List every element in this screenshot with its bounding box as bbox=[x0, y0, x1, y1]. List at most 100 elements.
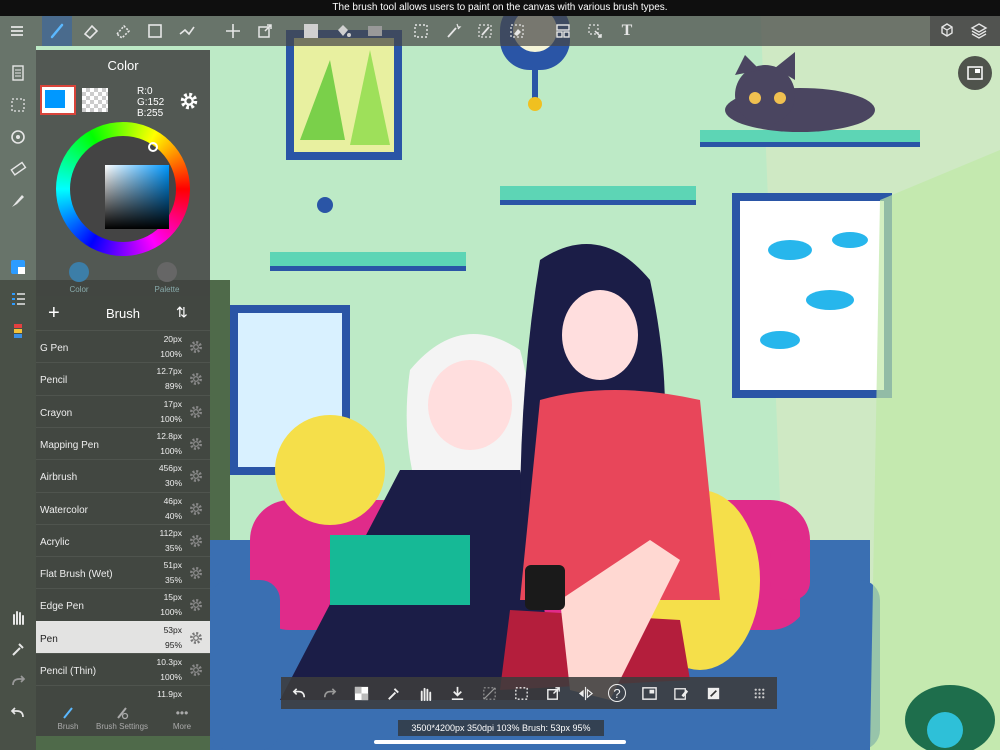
gear-icon[interactable] bbox=[188, 501, 204, 517]
rotate-icon[interactable] bbox=[3, 122, 33, 152]
text-icon[interactable]: T bbox=[612, 16, 642, 46]
color-wheel[interactable] bbox=[56, 122, 190, 256]
fill-icon[interactable] bbox=[699, 679, 727, 707]
gear-icon[interactable] bbox=[178, 90, 200, 112]
blur-eraser-icon[interactable] bbox=[108, 16, 138, 46]
select-all-icon[interactable] bbox=[507, 679, 535, 707]
brush-item[interactable]: G Pen 20px 100% bbox=[36, 330, 210, 362]
bucket-icon[interactable] bbox=[328, 16, 358, 46]
color-panel-icon[interactable] bbox=[3, 252, 33, 282]
hand-select-icon[interactable] bbox=[580, 16, 610, 46]
save-icon[interactable] bbox=[443, 679, 471, 707]
brush-item[interactable]: Edge Pen 15px 100% bbox=[36, 588, 210, 620]
eyedropper-icon[interactable] bbox=[379, 679, 407, 707]
brush-item[interactable]: Airbrush 456px 30% bbox=[36, 459, 210, 491]
move-icon[interactable] bbox=[218, 16, 248, 46]
saturation-value-square[interactable] bbox=[105, 165, 169, 229]
brush-item[interactable]: Flat Brush (Wet) 51px 35% bbox=[36, 556, 210, 588]
eyedropper-icon[interactable] bbox=[3, 634, 33, 664]
gear-icon[interactable] bbox=[188, 630, 204, 646]
brush-opacity: 40% bbox=[164, 510, 182, 521]
select-dotted-icon[interactable] bbox=[3, 90, 33, 120]
brush-list-icon[interactable] bbox=[3, 284, 33, 314]
brush-icon bbox=[63, 707, 73, 719]
tab-more[interactable]: ••• More bbox=[164, 706, 200, 731]
color-g-value: G:152 bbox=[137, 97, 165, 108]
magic-wand-icon[interactable] bbox=[438, 16, 468, 46]
materials-icon[interactable] bbox=[932, 16, 962, 46]
brush-opacity: 100% bbox=[160, 445, 182, 456]
home-indicator[interactable] bbox=[374, 740, 626, 744]
tab-brush[interactable]: Brush bbox=[48, 706, 88, 731]
undo-icon[interactable] bbox=[285, 679, 313, 707]
brush-name: Edge Pen bbox=[40, 601, 84, 613]
clear-icon[interactable] bbox=[667, 679, 695, 707]
navigator-button[interactable] bbox=[958, 56, 992, 90]
deselect-icon[interactable] bbox=[475, 679, 503, 707]
hue-marker[interactable] bbox=[148, 142, 158, 152]
layers-icon[interactable] bbox=[964, 16, 994, 46]
sort-brushes-button[interactable]: ⇅ bbox=[176, 304, 188, 321]
transparent-color-swatch[interactable] bbox=[82, 88, 108, 112]
menu-icon[interactable] bbox=[2, 16, 32, 46]
hand-icon[interactable] bbox=[411, 679, 439, 707]
redo-icon[interactable] bbox=[3, 666, 33, 696]
gear-icon[interactable] bbox=[188, 565, 204, 581]
gear-icon[interactable] bbox=[188, 404, 204, 420]
palette-icon[interactable] bbox=[3, 316, 33, 346]
transform-icon[interactable] bbox=[539, 679, 567, 707]
brush-item[interactable]: Pencil 12.7px 89% bbox=[36, 362, 210, 394]
brush-size: 53px bbox=[163, 624, 182, 635]
brush-item[interactable]: Mapping Pen 12.8px 100% bbox=[36, 426, 210, 459]
gear-icon[interactable] bbox=[188, 597, 204, 613]
select-eraser-icon[interactable] bbox=[502, 16, 532, 46]
hand-icon[interactable] bbox=[3, 602, 33, 632]
brush-opacity: 30% bbox=[164, 478, 182, 489]
brush-size: 46px bbox=[163, 495, 182, 506]
gear-icon[interactable] bbox=[188, 339, 204, 355]
gear-icon[interactable] bbox=[188, 371, 204, 387]
redo-icon[interactable] bbox=[315, 679, 343, 707]
gear-icon[interactable] bbox=[188, 662, 204, 678]
color-tab-icon bbox=[69, 262, 89, 282]
brush-name: Pencil (Thin) bbox=[40, 666, 97, 677]
shape-line-icon[interactable] bbox=[172, 16, 202, 46]
frame-icon[interactable] bbox=[635, 679, 663, 707]
eraser-icon[interactable] bbox=[76, 16, 106, 46]
main-color-swatch[interactable] bbox=[40, 85, 76, 115]
gear-icon[interactable] bbox=[188, 436, 204, 452]
select-pen-icon[interactable] bbox=[470, 16, 500, 46]
brush-item[interactable]: Watercolor 46px 40% bbox=[36, 491, 210, 524]
flip-icon[interactable] bbox=[571, 679, 599, 707]
pen-nib-icon[interactable] bbox=[3, 186, 33, 216]
tab-color[interactable]: Color bbox=[49, 262, 109, 294]
gear-icon[interactable] bbox=[188, 533, 204, 549]
undo-icon[interactable] bbox=[3, 698, 33, 728]
transform-icon[interactable] bbox=[250, 16, 280, 46]
brush-opacity: 100% bbox=[160, 672, 182, 682]
brush-item[interactable]: Acrylic 112px 35% bbox=[36, 523, 210, 556]
gear-icon[interactable] bbox=[188, 468, 204, 484]
brush-item[interactable]: Crayon 17px 100% bbox=[36, 394, 210, 427]
brush-size: 17px bbox=[163, 398, 182, 409]
brush-item[interactable]: Pen 53px 95% bbox=[36, 620, 210, 653]
fill-color-icon[interactable] bbox=[296, 16, 326, 46]
frame-icon[interactable] bbox=[548, 16, 578, 46]
color-panel-title: Color bbox=[107, 58, 139, 73]
select-icon[interactable] bbox=[406, 16, 436, 46]
tab-brush-settings[interactable]: Brush Settings bbox=[92, 706, 152, 731]
gradient-icon[interactable] bbox=[360, 16, 390, 46]
tab-brush-label: Brush bbox=[57, 722, 79, 731]
ruler-icon[interactable] bbox=[3, 154, 33, 184]
transparent-icon[interactable] bbox=[347, 679, 375, 707]
help-icon[interactable]: ? bbox=[603, 679, 631, 707]
brush-panel: + Brush ⇅ G Pen 20px 100% Pencil 12.7px 89% Cr… bbox=[36, 296, 210, 736]
page-icon[interactable] bbox=[3, 58, 33, 88]
brush-tool-icon[interactable] bbox=[42, 16, 72, 46]
brush-panel-tabs: Brush Brush Settings ••• More bbox=[36, 700, 210, 736]
tab-palette[interactable]: Palette bbox=[137, 262, 197, 294]
brush-item[interactable]: Pencil (Thin) 10.3px 100% bbox=[36, 653, 210, 685]
grid-icon[interactable] bbox=[745, 679, 773, 707]
brush-size: 12.7px bbox=[156, 366, 182, 377]
select-rect-icon[interactable] bbox=[140, 16, 170, 46]
